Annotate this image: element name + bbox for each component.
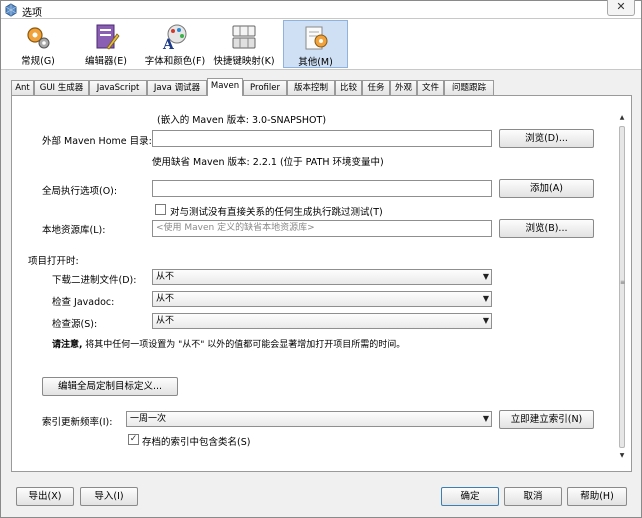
scroll-down-icon[interactable]: ▼ xyxy=(618,452,626,459)
index-frequency-select[interactable]: 一周一次 ▼ xyxy=(126,411,492,427)
chevron-down-icon: ▼ xyxy=(482,272,489,281)
default-maven-note: 使用缺省 Maven 版本: 2.2.1 (位于 PATH 环境变量中) xyxy=(152,157,384,168)
download-binaries-label: 下载二进制文件(D): xyxy=(52,275,137,286)
import-button[interactable]: 导入(I) xyxy=(80,487,138,506)
check-source-select[interactable]: 从不 ▼ xyxy=(152,313,492,329)
keyboard-icon xyxy=(232,25,256,49)
performance-note: 请注意, 将其中任何一项设置为 "从不" 以外的值都可能会显著增加打开项目所需的… xyxy=(52,340,406,350)
category-editor[interactable]: 编辑器(E) xyxy=(82,20,130,68)
tab-appearance[interactable]: 外观 xyxy=(390,80,417,95)
archive-classnames-label: 存档的索引中包含类名(S) xyxy=(142,437,251,448)
checkmark-icon: ✓ xyxy=(129,434,138,444)
options-tabs: Ant GUI 生成器 JavaScript Java 调试器 Maven Pr… xyxy=(11,78,631,96)
tab-tasks[interactable]: 任务 xyxy=(362,80,390,95)
chevron-down-icon: ▼ xyxy=(482,414,489,423)
help-button[interactable]: 帮助(H) xyxy=(567,487,627,506)
maven-settings-panel: (嵌入的 Maven 版本: 3.0-SNAPSHOT) 外部 Maven Ho… xyxy=(11,95,632,472)
vertical-scrollbar[interactable]: ▲ ≡ ▼ xyxy=(618,114,626,462)
ok-button[interactable]: 确定 xyxy=(441,487,499,506)
category-toolbar: 常规(G) 编辑器(E) A 字体和颜色(F) 快捷键映射(K) 其他(M) xyxy=(1,19,641,70)
netbeans-app-icon xyxy=(5,3,17,17)
cancel-button[interactable]: 取消 xyxy=(504,487,562,506)
browse-home-button[interactable]: 浏览(D)... xyxy=(499,129,594,148)
global-options-input[interactable] xyxy=(152,180,492,197)
index-now-button[interactable]: 立即建立索引(N) xyxy=(499,410,594,429)
close-button[interactable]: ✕ xyxy=(607,0,635,16)
index-frequency-label: 索引更新频率(I): xyxy=(42,417,113,428)
tab-issue-tracking[interactable]: 问题跟踪 xyxy=(444,80,494,95)
gear-icon xyxy=(27,27,50,49)
maven-home-input[interactable] xyxy=(152,130,492,147)
tab-profiler[interactable]: Profiler xyxy=(243,80,287,95)
tab-java-debugger[interactable]: Java 调试器 xyxy=(147,80,207,95)
skip-tests-checkbox[interactable] xyxy=(155,204,166,215)
export-button[interactable]: 导出(X) xyxy=(16,487,74,506)
check-javadoc-select[interactable]: 从不 ▼ xyxy=(152,291,492,307)
scroll-up-icon[interactable]: ▲ xyxy=(618,114,626,121)
browse-repo-button[interactable]: 浏览(B)... xyxy=(499,219,594,238)
category-general[interactable]: 常规(G) xyxy=(18,20,58,68)
local-repo-label: 本地资源库(L): xyxy=(42,225,106,236)
edit-global-goals-button[interactable]: 编辑全局定制目标定义... xyxy=(42,377,178,396)
misc-icon xyxy=(305,26,327,50)
category-keymap[interactable]: 快捷键映射(K) xyxy=(210,20,278,68)
skip-tests-label: 对与测试没有直接关系的任何生成执行跳过测试(T) xyxy=(170,207,383,218)
options-window: 选项 ✕ 常规(G) 编辑器(E) A 字体和颜色(F) 快捷键映射(K) 其他… xyxy=(0,0,642,518)
add-option-button[interactable]: 添加(A) xyxy=(499,179,594,198)
chevron-down-icon: ▼ xyxy=(482,316,489,325)
global-options-label: 全局执行选项(O): xyxy=(42,186,118,197)
category-fonts-colors[interactable]: A 字体和颜色(F) xyxy=(144,20,206,68)
check-javadoc-label: 检查 Javadoc: xyxy=(52,297,115,308)
tab-maven[interactable]: Maven xyxy=(207,78,243,96)
tab-version-control[interactable]: 版本控制 xyxy=(287,80,335,95)
svg-text:A: A xyxy=(162,37,175,52)
font-color-icon: A xyxy=(162,24,187,52)
tab-files[interactable]: 文件 xyxy=(417,80,444,95)
download-binaries-select[interactable]: 从不 ▼ xyxy=(152,269,492,285)
archive-classnames-checkbox[interactable]: ✓ xyxy=(128,434,139,445)
tab-javascript[interactable]: JavaScript xyxy=(89,80,147,95)
tab-ant[interactable]: Ant xyxy=(11,80,34,95)
category-miscellaneous[interactable]: 其他(M) xyxy=(283,20,348,68)
local-repo-input[interactable]: <使用 Maven 定义的缺省本地资源库> xyxy=(152,220,492,237)
chevron-down-icon: ▼ xyxy=(482,294,489,303)
maven-home-label: 外部 Maven Home 目录: xyxy=(42,136,152,147)
check-source-label: 检查源(S): xyxy=(52,319,98,330)
bundled-maven-note: (嵌入的 Maven 版本: 3.0-SNAPSHOT) xyxy=(157,115,327,126)
close-icon: ✕ xyxy=(616,0,626,13)
grip-icon: ≡ xyxy=(620,279,626,286)
tab-gui-builder[interactable]: GUI 生成器 xyxy=(34,80,89,95)
on-project-open-label: 项目打开时: xyxy=(28,256,79,267)
editor-icon xyxy=(96,24,120,50)
scroll-thumb[interactable]: ≡ xyxy=(619,126,625,448)
tab-diff[interactable]: 比较 xyxy=(335,80,362,95)
window-title: 选项 xyxy=(22,8,42,19)
title-bar: 选项 ✕ xyxy=(1,0,641,19)
